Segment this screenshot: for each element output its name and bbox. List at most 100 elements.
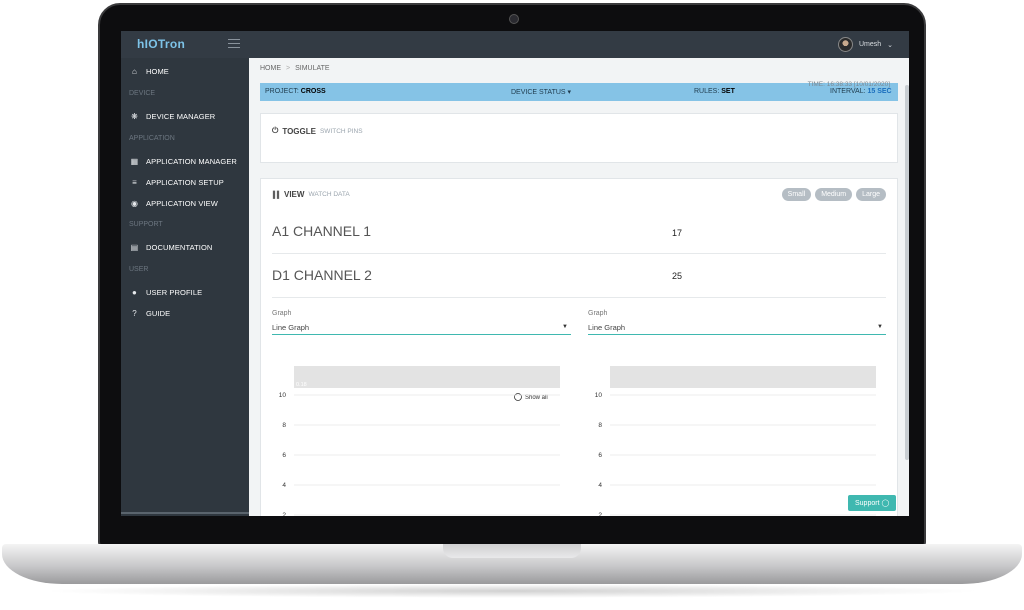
grid-icon: ▦ (130, 157, 139, 166)
sidebar-category-support: SUPPORT (129, 221, 163, 228)
sidebar-item-label: DOCUMENTATION (146, 243, 213, 252)
toggle-subtitle: SWITCH PINS (319, 127, 363, 135)
zoom-tooltip: 0.18 (296, 382, 307, 388)
size-small-button[interactable]: Small (781, 188, 812, 201)
top-bar: hIOTron Umesh ⌄ (121, 31, 909, 58)
scrollbar[interactable] (905, 85, 909, 460)
home-icon: ⌂ (132, 67, 137, 76)
sidebar-item-device-manager[interactable]: ❋ DEVICE MANAGER (130, 112, 215, 121)
y-tick-label: 2 (598, 512, 602, 516)
view-title: VIEW (284, 190, 305, 199)
laptop-shadow (40, 584, 984, 598)
size-button-group: Small Medium Large (781, 188, 886, 201)
interval-value: 15 SEC (867, 88, 892, 95)
channel-2-value: 25 (672, 271, 683, 281)
graph-type-value: Line Graph (272, 323, 310, 332)
sliders-icon: ∥∥ (272, 190, 280, 199)
line-chart-1[interactable]: 0.18 Show all 10 8 6 4 2 (272, 359, 572, 516)
sidebar-item-application-setup[interactable]: ≡ APPLICATION SETUP (130, 178, 224, 187)
chevron-down-icon: ⌄ (887, 41, 893, 49)
view-subtitle: WATCH DATA (308, 191, 350, 198)
sidebar-item-application-manager[interactable]: ▦ APPLICATION MANAGER (130, 157, 237, 166)
project-value: CROSS (300, 88, 326, 95)
zoom-navigator[interactable] (610, 366, 876, 388)
project-info-bar: TIME: 16:38:33 [10/01/2020] PROJECT: CRO… (260, 81, 898, 101)
show-all-label: Show all (525, 395, 548, 401)
avatar (837, 37, 853, 52)
size-large-button[interactable]: Large (856, 188, 886, 201)
toggle-panel-title: ⏻ TOGGLE SWITCH PINS (272, 126, 363, 136)
graph-type-select-2[interactable]: Line Graph ▼ (588, 321, 886, 335)
eye-icon: ◉ (130, 199, 139, 208)
book-icon: ▤ (130, 243, 139, 252)
breadcrumb-home[interactable]: HOME (260, 65, 281, 72)
support-button[interactable]: Support ◯ (848, 495, 897, 511)
user-menu[interactable]: Umesh ⌄ (837, 37, 893, 52)
y-tick-label: 8 (282, 422, 286, 429)
project-label: PROJECT: (265, 88, 299, 95)
laptop-frame: hIOTron Umesh ⌄ ⌂ HOME DEVICE ❋ DEVICE M… (0, 0, 1024, 610)
sidebar-item-label: GUIDE (146, 309, 171, 318)
app-screen: hIOTron Umesh ⌄ ⌂ HOME DEVICE ❋ DEVICE M… (121, 31, 909, 516)
breadcrumb-current: SIMULATE (295, 65, 330, 72)
sidebar-item-application-view[interactable]: ◉ APPLICATION VIEW (130, 199, 218, 208)
y-tick-label: 10 (595, 392, 603, 399)
sidebar-item-guide[interactable]: ? GUIDE (130, 309, 170, 318)
sidebar-category-application: APPLICATION (129, 135, 175, 142)
channel-2-name: CHANNEL 2 (293, 267, 372, 283)
graph-type-value: Line Graph (588, 323, 626, 332)
sidebar-item-label: APPLICATION MANAGER (146, 157, 237, 166)
timestamp: TIME: 16:38:33 [10/01/2020] (807, 81, 890, 88)
devices-icon: ❋ (131, 112, 138, 121)
laptop-notch (443, 544, 581, 558)
main-content: HOME > SIMULATE TIME: 16:38:33 [10/01/20… (249, 58, 909, 516)
caret-down-icon: ▾ (567, 89, 572, 96)
y-tick-label: 8 (598, 422, 602, 429)
question-icon: ? (132, 309, 137, 318)
sidebar: ⌂ HOME DEVICE ❋ DEVICE MANAGER APPLICATI… (121, 58, 249, 516)
webcam (509, 14, 519, 24)
user-name: Umesh (858, 41, 882, 48)
y-tick-label: 6 (598, 452, 602, 459)
y-tick-label: 4 (598, 482, 602, 489)
toggle-panel: ⏻ TOGGLE SWITCH PINS (260, 113, 898, 163)
channel-1-pin: A1 (272, 223, 290, 239)
caret-down-icon: ▼ (877, 324, 883, 330)
power-icon: ⏻ (272, 126, 279, 135)
y-tick-label: 4 (282, 482, 286, 489)
sidebar-item-label: USER PROFILE (146, 288, 203, 297)
graph-label-2: Graph (588, 310, 608, 317)
rules-info: RULES: SET (694, 88, 735, 95)
line-chart-2[interactable]: 10 8 6 4 2 (588, 359, 888, 516)
sidebar-item-home[interactable]: ⌂ HOME (130, 67, 169, 76)
row-divider (272, 253, 886, 254)
size-medium-button[interactable]: Medium (815, 188, 853, 201)
support-label: Support (855, 500, 880, 507)
brand-logo[interactable]: hIOTron (137, 37, 185, 51)
user-icon: ● (132, 288, 137, 297)
device-status-label: DEVICE STATUS (511, 89, 566, 96)
y-tick-label: 10 (279, 392, 287, 399)
channel-1-value: 17 (672, 228, 683, 238)
graph-type-select-1[interactable]: Line Graph ▼ (272, 321, 571, 335)
view-panel-title: ∥∥ VIEW WATCH DATA (272, 190, 350, 199)
sidebar-item-user-profile[interactable]: ● USER PROFILE (130, 288, 202, 297)
view-panel: ∥∥ VIEW WATCH DATA Small Medium Large A1… (260, 178, 898, 516)
sidebar-category-device: DEVICE (129, 90, 156, 97)
y-tick-label: 2 (282, 512, 286, 516)
menu-toggle-icon[interactable] (228, 39, 240, 49)
sliders-icon: ≡ (132, 178, 137, 187)
interval-info: INTERVAL: 15 SEC (830, 88, 892, 95)
project-info: PROJECT: CROSS (265, 88, 326, 95)
sidebar-category-user: USER (129, 266, 149, 273)
interval-label: INTERVAL: (830, 88, 866, 95)
zoom-navigator[interactable] (294, 366, 560, 388)
zoom-out-icon (514, 393, 522, 401)
channel-2-label: D1 CHANNEL 2 (272, 267, 372, 283)
sidebar-item-documentation[interactable]: ▤ DOCUMENTATION (130, 243, 213, 252)
graph-label-1: Graph (272, 310, 292, 317)
breadcrumb: HOME > SIMULATE (260, 65, 330, 72)
channel-2-pin: D1 (272, 267, 290, 283)
channel-1-label: A1 CHANNEL 1 (272, 223, 371, 239)
device-status-dropdown[interactable]: DEVICE STATUS ▾ (511, 88, 571, 96)
